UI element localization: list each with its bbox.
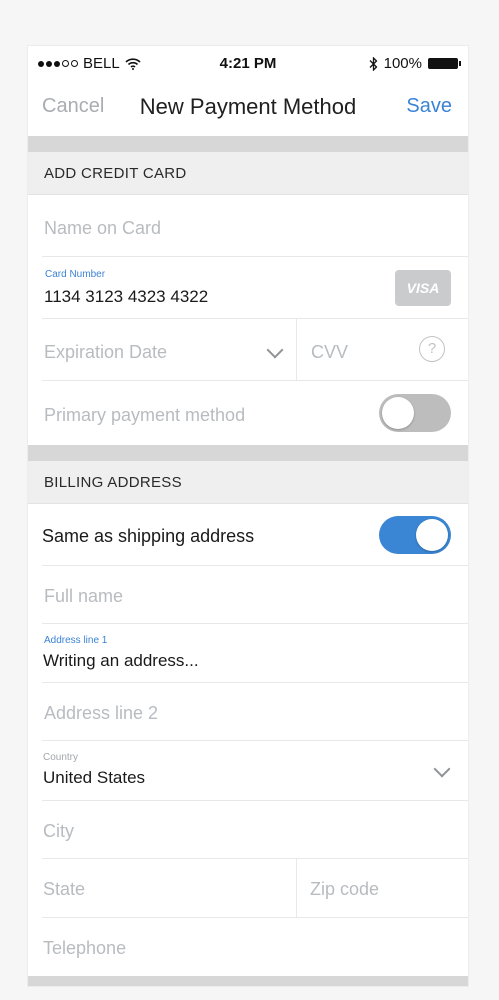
- city-placeholder: City: [43, 821, 74, 841]
- state-zip-row: State Zip code: [28, 859, 468, 918]
- help-icon[interactable]: ?: [419, 336, 445, 362]
- expiration-cvv-row: Expiration Date CVV ?: [28, 319, 468, 381]
- credit-card-section-header: ADD CREDIT CARD: [28, 152, 468, 195]
- battery-percent: 100%: [383, 55, 422, 72]
- country-value: United States: [43, 768, 146, 787]
- expiration-date-select[interactable]: Expiration Date: [28, 319, 296, 381]
- country-label: Country: [43, 752, 79, 763]
- expiration-date-placeholder: Expiration Date: [44, 342, 168, 362]
- billing-header-label: BILLING ADDRESS: [44, 474, 182, 491]
- section-divider: [28, 136, 468, 152]
- address-line-1-field[interactable]: Address line 1 Writing an address...: [28, 624, 468, 683]
- toggle-knob: [416, 519, 448, 551]
- same-as-shipping-toggle[interactable]: [379, 516, 451, 554]
- bluetooth-icon: [369, 56, 378, 71]
- status-right: 100%: [369, 55, 461, 72]
- telephone-field[interactable]: Telephone: [28, 918, 468, 976]
- billing-section-header: BILLING ADDRESS: [28, 461, 468, 504]
- address-line-2-field[interactable]: Address line 2: [28, 683, 468, 741]
- section-divider: [28, 445, 468, 461]
- battery-icon: [428, 58, 461, 69]
- same-as-shipping-label: Same as shipping address: [42, 526, 255, 546]
- full-name-field[interactable]: Full name: [28, 566, 468, 624]
- name-on-card-field[interactable]: Name on Card: [28, 195, 468, 257]
- phone-screen: BELL 4:21 PM 100% Cancel New Payment Met…: [28, 46, 468, 986]
- primary-payment-label: Primary payment method: [44, 405, 246, 425]
- city-field[interactable]: City: [28, 801, 468, 859]
- credit-card-header-label: ADD CREDIT CARD: [44, 165, 187, 182]
- country-select[interactable]: Country United States: [28, 741, 468, 801]
- nav-bar: Cancel New Payment Method Save: [28, 80, 468, 136]
- address-line-2-placeholder: Address line 2: [44, 703, 159, 723]
- primary-payment-toggle[interactable]: [379, 394, 451, 432]
- address-line-1-value: Writing an address...: [43, 651, 199, 670]
- address-line-1-label: Address line 1: [44, 635, 108, 646]
- page-title: New Payment Method: [139, 94, 357, 119]
- state-placeholder: State: [43, 879, 86, 899]
- card-number-field[interactable]: Card Number 1134 3123 4323 4322 VISA: [28, 257, 468, 319]
- status-bar: BELL 4:21 PM 100%: [28, 46, 468, 80]
- state-field[interactable]: State: [28, 859, 296, 918]
- name-on-card-placeholder: Name on Card: [44, 218, 162, 238]
- card-number-value: 1134 3123 4323 4322: [44, 287, 209, 306]
- toggle-knob: [382, 397, 414, 429]
- section-divider: [28, 976, 468, 986]
- save-button[interactable]: Save: [406, 95, 452, 118]
- zip-code-placeholder: Zip code: [310, 879, 380, 899]
- primary-payment-row: Primary payment method: [28, 381, 468, 445]
- zip-code-field[interactable]: Zip code: [297, 859, 468, 918]
- card-number-label: Card Number: [45, 269, 106, 280]
- visa-card-icon: VISA: [395, 270, 451, 306]
- telephone-placeholder: Telephone: [43, 938, 127, 958]
- full-name-placeholder: Full name: [44, 586, 124, 606]
- same-as-shipping-row: Same as shipping address: [28, 504, 468, 566]
- chevron-down-icon: [266, 341, 284, 359]
- cvv-placeholder: CVV: [311, 342, 349, 362]
- chevron-down-icon: [433, 760, 451, 778]
